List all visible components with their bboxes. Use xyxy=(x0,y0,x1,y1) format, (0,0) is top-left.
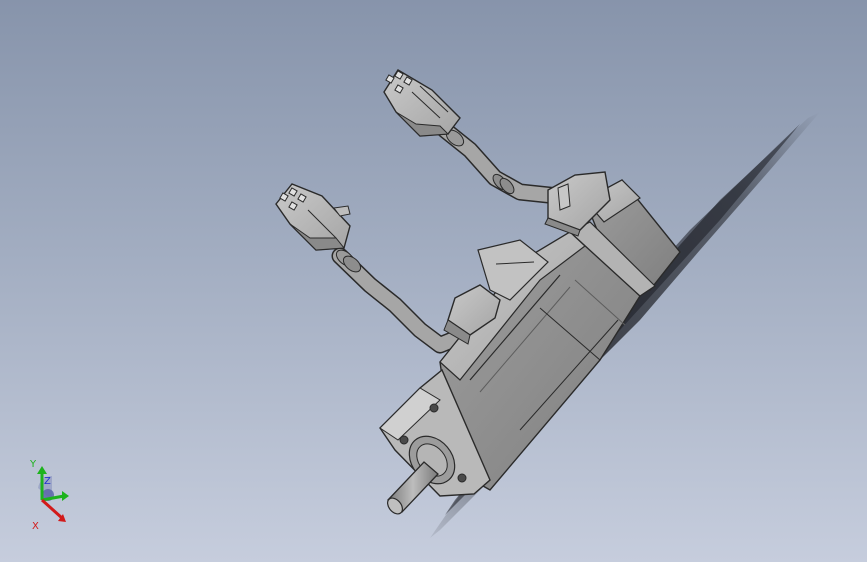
triad-x-axis xyxy=(40,498,64,520)
power-cable[interactable] xyxy=(331,247,471,354)
encoder-connector[interactable] xyxy=(383,69,461,137)
power-connector[interactable] xyxy=(275,183,351,251)
motor-shaft[interactable] xyxy=(385,461,439,517)
triad-z-label: Z xyxy=(44,476,51,487)
model-canvas[interactable]: Y X Z xyxy=(0,0,867,562)
triad-x-label: X xyxy=(32,521,39,532)
graphics-viewport[interactable]: Y X Z xyxy=(0,0,867,562)
encoder-cable[interactable] xyxy=(436,121,567,205)
triad-y-label: Y xyxy=(29,459,37,470)
coordinate-triad: Y X Z xyxy=(29,459,69,532)
